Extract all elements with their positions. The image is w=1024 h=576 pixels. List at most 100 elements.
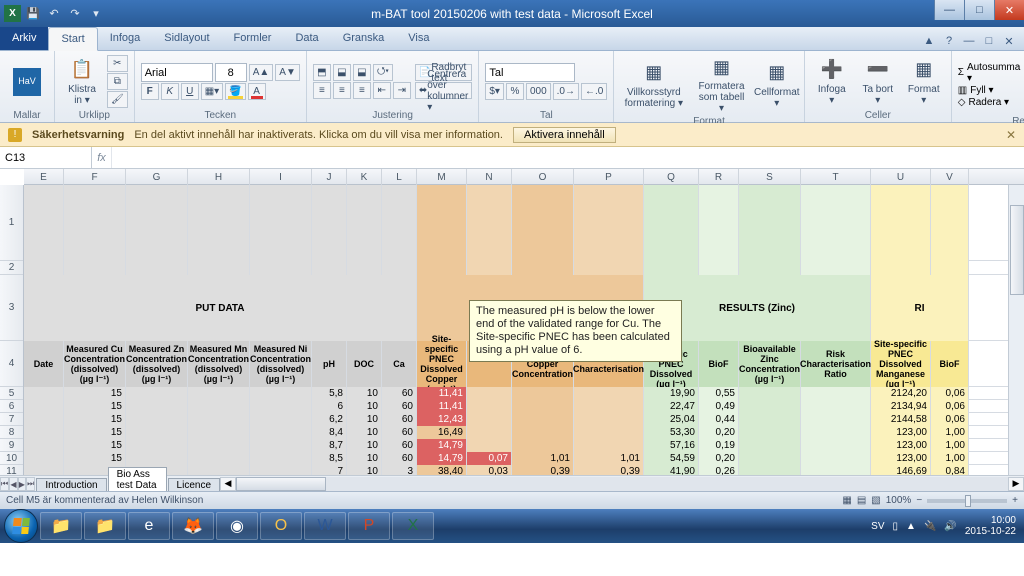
currency-icon[interactable]: $▾ [485, 83, 504, 100]
cell-r6-P[interactable] [574, 400, 644, 413]
cell-r6-L[interactable]: 60 [382, 400, 417, 413]
cell-r9-P[interactable] [574, 439, 644, 452]
cell-r9-R[interactable]: 0,19 [699, 439, 739, 452]
fill-button[interactable]: ▥ Fyll ▾ [958, 85, 1021, 96]
tab-formulas[interactable]: Formler [222, 26, 284, 50]
task-explorer-icon[interactable]: 📁 [40, 512, 82, 540]
align-left-icon[interactable]: ≡ [313, 82, 331, 99]
enable-content-button[interactable]: Aktivera innehåll [513, 127, 616, 143]
header-cu_pnec[interactable]: Site-specific PNEC Dissolved Copper (µg … [417, 341, 467, 387]
cell-r8-R[interactable]: 0,20 [699, 426, 739, 439]
row-headers[interactable]: 1234567891011121314 [0, 185, 24, 491]
header-zn_meas[interactable]: Measured Zn Concentration (dissolved) (µ… [126, 341, 188, 387]
font-select[interactable]: Arial [141, 63, 213, 82]
hscroll-thumb[interactable] [236, 477, 326, 491]
row-header-6[interactable]: 6 [0, 400, 23, 413]
vscroll-thumb[interactable] [1010, 205, 1024, 295]
hscroll-left-icon[interactable]: ◀ [220, 477, 236, 491]
close-button[interactable]: ✕ [994, 0, 1024, 20]
cell[interactable] [347, 261, 382, 275]
cell-r7-I[interactable] [250, 413, 312, 426]
cell[interactable] [512, 185, 574, 261]
cell-r10-I[interactable] [250, 452, 312, 465]
cell-r9-I[interactable] [250, 439, 312, 452]
col-header-J[interactable]: J [312, 169, 347, 185]
cell-r7-G[interactable] [126, 413, 188, 426]
align-middle-icon[interactable]: ⬓ [333, 64, 351, 81]
qat-customize-icon[interactable]: ▾ [87, 5, 105, 23]
col-header-I[interactable]: I [250, 169, 312, 185]
tab-pagelayout[interactable]: Sidlayout [152, 26, 221, 50]
task-powerpoint-icon[interactable]: P [348, 512, 390, 540]
cell-r5-S[interactable] [739, 387, 801, 400]
cell-r7-L[interactable]: 60 [382, 413, 417, 426]
row-header-5[interactable]: 5 [0, 387, 23, 400]
cell-r6-M[interactable]: 11,41 [417, 400, 467, 413]
cell[interactable] [64, 185, 126, 261]
cell-r7-K[interactable]: 10 [347, 413, 382, 426]
cell-r9-O[interactable] [512, 439, 574, 452]
cell[interactable] [739, 185, 801, 261]
indent-inc-icon[interactable]: ⇥ [393, 82, 411, 99]
cell-r5-P[interactable] [574, 387, 644, 400]
ribbon-minimize-icon[interactable]: ▲ [920, 32, 938, 50]
col-header-T[interactable]: T [801, 169, 871, 185]
cell-r6-J[interactable]: 6 [312, 400, 347, 413]
cell[interactable] [644, 185, 699, 261]
row-header-8[interactable]: 8 [0, 426, 23, 439]
cell-r7-O[interactable] [512, 413, 574, 426]
tab-insert[interactable]: Infoga [98, 26, 153, 50]
cell[interactable] [574, 261, 644, 275]
cell-r5-K[interactable]: 10 [347, 387, 382, 400]
cell-r7-F[interactable]: 15 [64, 413, 126, 426]
cell-r6-R[interactable]: 0,49 [699, 400, 739, 413]
col-header-F[interactable]: F [64, 169, 126, 185]
cell-r10-L[interactable]: 60 [382, 452, 417, 465]
cell-r7-U[interactable]: 2144,58 [871, 413, 931, 426]
cell-r6-I[interactable] [250, 400, 312, 413]
cell-r6-F[interactable]: 15 [64, 400, 126, 413]
cell[interactable] [188, 261, 250, 275]
cell-r5-E[interactable] [24, 387, 64, 400]
cell-r5-T[interactable] [801, 387, 871, 400]
cell[interactable] [347, 185, 382, 261]
row-header-10[interactable]: 10 [0, 452, 23, 465]
cell-r6-E[interactable] [24, 400, 64, 413]
cell-r7-Q[interactable]: 25,04 [644, 413, 699, 426]
task-word-icon[interactable]: W [304, 512, 346, 540]
cell-r5-G[interactable] [126, 387, 188, 400]
autosum-button[interactable]: Σ Autosumma ▾ [958, 62, 1021, 84]
cell[interactable] [467, 261, 512, 275]
zoom-in-icon[interactable]: + [1012, 495, 1018, 506]
format-painter-icon[interactable]: 🖌 [107, 91, 128, 108]
cell[interactable] [801, 185, 871, 261]
col-header-G[interactable]: G [126, 169, 188, 185]
cell-r9-S[interactable] [739, 439, 801, 452]
cell[interactable] [250, 261, 312, 275]
cell-r10-P[interactable]: 1,01 [574, 452, 644, 465]
col-header-L[interactable]: L [382, 169, 417, 185]
paste-button[interactable]: 📋Klistra in ▾ [61, 56, 103, 108]
align-right-icon[interactable]: ≡ [353, 82, 371, 99]
cell[interactable] [644, 261, 699, 275]
col-header-H[interactable]: H [188, 169, 250, 185]
cell[interactable] [382, 261, 417, 275]
col-header-O[interactable]: O [512, 169, 574, 185]
fill-color-button[interactable]: 🪣 [225, 83, 245, 100]
qat-redo-icon[interactable]: ↷ [66, 5, 84, 23]
col-header-P[interactable]: P [574, 169, 644, 185]
cell-r5-R[interactable]: 0,55 [699, 387, 739, 400]
cell-r6-Q[interactable]: 22,47 [644, 400, 699, 413]
qat-undo-icon[interactable]: ↶ [45, 5, 63, 23]
doc-close-icon[interactable]: ✕ [1000, 32, 1018, 50]
cell-r5-H[interactable] [188, 387, 250, 400]
cell-r7-R[interactable]: 0,44 [699, 413, 739, 426]
tray-flag-icon[interactable]: ▯ [893, 521, 899, 532]
cell-r8-V[interactable]: 1,00 [931, 426, 969, 439]
cell-r9-V[interactable]: 1,00 [931, 439, 969, 452]
align-bottom-icon[interactable]: ⬓ [353, 64, 371, 81]
col-header-V[interactable]: V [931, 169, 969, 185]
cell[interactable] [250, 185, 312, 261]
cell-r6-K[interactable]: 10 [347, 400, 382, 413]
cell[interactable] [312, 261, 347, 275]
